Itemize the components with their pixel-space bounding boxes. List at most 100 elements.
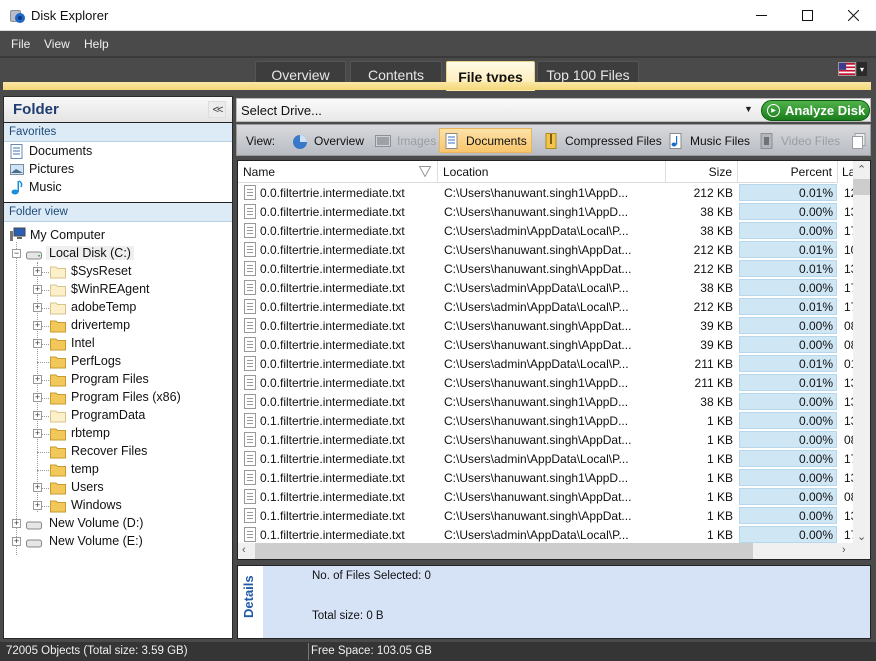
music-file-icon — [669, 132, 682, 149]
table-row[interactable]: 0.1.filtertrie.intermediate.txt C:\Users\… — [238, 506, 854, 525]
folder-icon — [50, 464, 66, 477]
chevron-down-icon[interactable]: ▼ — [744, 104, 753, 114]
table-row[interactable]: 0.0.filtertrie.intermediate.txt C:\Users\… — [238, 278, 854, 297]
cell-name: 0.0.filtertrie.intermediate.txt — [260, 357, 405, 371]
minimize-button[interactable] — [738, 0, 784, 31]
folder-panel: Folder << Favorites Documents Pictures M… — [3, 96, 233, 639]
details-tab[interactable]: Details — [238, 566, 263, 638]
vertical-scroll-thumb[interactable] — [853, 179, 870, 195]
horizontal-scroll-thumb[interactable] — [255, 543, 753, 559]
table-row[interactable]: 0.0.filtertrie.intermediate.txt C:\Users\… — [238, 335, 854, 354]
folder-icon — [50, 374, 66, 387]
folder-icon — [50, 302, 66, 315]
scroll-left-icon[interactable]: ‹ — [242, 544, 246, 556]
expand-expander[interactable]: + — [33, 483, 42, 492]
tree-label: Intel — [71, 336, 95, 350]
drive-select-value: Select Drive... — [241, 103, 322, 118]
drive-selector[interactable]: Select Drive... ▼ ▶ Analyze Disk — [236, 98, 871, 122]
expand-expander[interactable]: + — [33, 285, 42, 294]
menu-help[interactable]: Help — [84, 37, 109, 51]
table-row[interactable]: 0.0.filtertrie.intermediate.txt C:\Users\… — [238, 202, 854, 221]
drive-icon — [26, 539, 42, 548]
us-flag-icon[interactable] — [838, 62, 856, 76]
favorite-label: Documents — [29, 144, 93, 158]
tree-label: ProgramData — [71, 408, 146, 422]
expand-expander[interactable]: + — [33, 375, 42, 384]
table-row[interactable]: 0.0.filtertrie.intermediate.txt C:\Users\… — [238, 297, 854, 316]
expand-expander[interactable]: + — [12, 519, 21, 528]
analyze-disk-button[interactable]: ▶ Analyze Disk — [761, 100, 870, 121]
tree-label: drivertemp — [71, 318, 131, 332]
maximize-button[interactable] — [784, 0, 830, 31]
tree-label: My Computer — [30, 228, 106, 242]
collapse-panel-button[interactable]: << — [208, 101, 226, 118]
tree-label: Program Files (x86) — [71, 390, 181, 404]
table-row[interactable]: 0.1.filtertrie.intermediate.txt C:\Users\… — [238, 487, 854, 506]
view-music-files-button[interactable]: Music Files — [664, 128, 754, 153]
favorite-music[interactable]: Music — [4, 179, 232, 197]
scroll-right-icon[interactable]: › — [842, 544, 846, 556]
cell-size: 39 KB — [700, 319, 733, 333]
expand-expander[interactable]: + — [33, 501, 42, 510]
tree-node-local-disk-c[interactable]: − Local Disk (C:) — [12, 245, 212, 263]
column-header-location[interactable]: Location — [438, 161, 666, 183]
cell-name: 0.0.filtertrie.intermediate.txt — [260, 205, 405, 219]
table-row[interactable]: 0.1.filtertrie.intermediate.txt C:\Users\… — [238, 449, 854, 468]
expand-expander[interactable]: + — [33, 267, 42, 276]
view-documents-button[interactable]: Documents — [439, 128, 532, 153]
text-file-icon — [244, 204, 256, 219]
tree-connector — [37, 262, 38, 512]
favorite-documents[interactable]: Documents — [4, 143, 232, 161]
drive-icon — [26, 521, 42, 530]
table-row[interactable]: 0.0.filtertrie.intermediate.txt C:\Users\… — [238, 183, 854, 202]
table-row[interactable]: 0.0.filtertrie.intermediate.txt C:\Users\… — [238, 373, 854, 392]
cell-percent: 0.00% — [739, 412, 837, 429]
scroll-down-icon[interactable]: ⌄ — [857, 530, 866, 543]
folder-icon — [50, 428, 66, 441]
table-row[interactable]: 0.0.filtertrie.intermediate.txt C:\Users\… — [238, 259, 854, 278]
table-row[interactable]: 0.0.filtertrie.intermediate.txt C:\Users\… — [238, 240, 854, 259]
cell-size: 211 KB — [694, 357, 733, 371]
view-other-files-button[interactable] — [847, 128, 876, 153]
menu-view[interactable]: View — [44, 37, 70, 51]
table-row[interactable]: 0.1.filtertrie.intermediate.txt C:\Users\… — [238, 411, 854, 430]
view-video-files-button[interactable]: Video Files — [755, 128, 844, 153]
expand-expander[interactable]: + — [33, 429, 42, 438]
table-row[interactable]: 0.0.filtertrie.intermediate.txt C:\Users\… — [238, 316, 854, 335]
expand-expander[interactable]: + — [33, 393, 42, 402]
favorite-pictures[interactable]: Pictures — [4, 161, 232, 179]
close-button[interactable] — [830, 0, 876, 31]
expand-expander[interactable]: + — [33, 339, 42, 348]
view-images-button[interactable]: Images — [371, 128, 440, 153]
table-row[interactable]: 0.1.filtertrie.intermediate.txt C:\Users\… — [238, 468, 854, 487]
language-dropdown-button[interactable]: ▾ — [857, 62, 867, 76]
table-row[interactable]: 0.1.filtertrie.intermediate.txt C:\Users\… — [238, 525, 854, 544]
cell-size: 1 KB — [706, 452, 733, 466]
column-header-percent[interactable]: Percent — [738, 161, 838, 183]
table-row[interactable]: 0.0.filtertrie.intermediate.txt C:\Users\… — [238, 354, 854, 373]
collapse-expander[interactable]: − — [12, 249, 21, 258]
scroll-up-icon[interactable]: ⌃ — [857, 163, 866, 176]
cell-name: 0.1.filtertrie.intermediate.txt — [260, 452, 405, 466]
expand-expander[interactable]: + — [12, 537, 21, 546]
cell-size: 212 KB — [693, 300, 733, 314]
table-row[interactable]: 0.1.filtertrie.intermediate.txt C:\Users\… — [238, 430, 854, 449]
text-file-icon — [244, 489, 256, 504]
column-header-size[interactable]: Size — [666, 161, 738, 183]
menu-file[interactable]: File — [11, 37, 30, 51]
table-row[interactable]: 0.0.filtertrie.intermediate.txt C:\Users\… — [238, 221, 854, 240]
horizontal-scrollbar[interactable]: ‹ › — [238, 543, 870, 559]
view-overview-button[interactable]: Overview — [288, 128, 368, 153]
text-file-icon — [244, 299, 256, 314]
table-row[interactable]: 0.0.filtertrie.intermediate.txt C:\Users\… — [238, 392, 854, 411]
expand-expander[interactable]: + — [33, 411, 42, 420]
vertical-scrollbar[interactable]: ⌃ ⌄ — [853, 161, 870, 544]
expand-expander[interactable]: + — [33, 321, 42, 330]
column-header-name[interactable]: Name — [238, 161, 438, 183]
expand-expander[interactable]: + — [33, 303, 42, 312]
view-compressed-files-button[interactable]: Compressed Files — [539, 128, 666, 153]
analyze-disk-label: Analyze Disk — [785, 103, 866, 118]
folder-tree: My Computer − Local Disk (C:) + $SysReset… — [4, 222, 232, 642]
cell-location: C:\Users\hanuwant.singh1\AppD... — [444, 186, 629, 200]
text-file-icon — [244, 432, 256, 447]
